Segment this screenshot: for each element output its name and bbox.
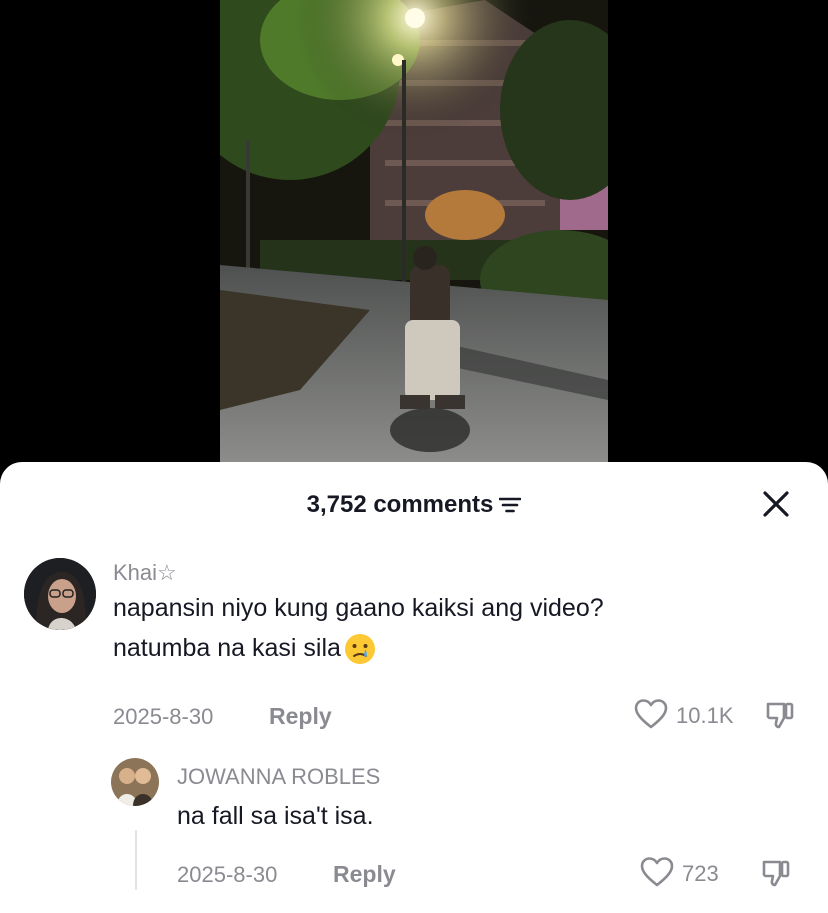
avatar[interactable] bbox=[24, 558, 96, 630]
like-count: 10.1K bbox=[676, 703, 734, 728]
filter-lines-icon[interactable] bbox=[499, 495, 522, 515]
reply-item: JOWANNA ROBLES na fall sa isa't isa. 202… bbox=[0, 754, 828, 904]
like-count: 723 bbox=[682, 861, 719, 886]
heart-icon bbox=[640, 857, 674, 887]
comments-count-label: 3,752 comments bbox=[306, 490, 494, 518]
heart-icon bbox=[634, 699, 668, 729]
close-icon[interactable] bbox=[760, 488, 792, 520]
reply-button[interactable]: Reply bbox=[269, 703, 332, 730]
comment-text-line-1: napansin niyo kung gaano kaiksi ang vide… bbox=[113, 594, 604, 622]
comment-date: 2025-8-30 bbox=[113, 704, 214, 729]
reply-date: 2025-8-30 bbox=[177, 862, 278, 887]
comments-sheet: 3,752 comments Khai☆ napansin niyo kung … bbox=[0, 462, 828, 913]
reply-text: na fall sa isa't isa. bbox=[177, 802, 374, 830]
comment-username[interactable]: Khai☆ bbox=[113, 560, 177, 586]
comment-text-line-2-text: natumba na kasi sila bbox=[113, 634, 341, 662]
dislike-icon[interactable] bbox=[764, 698, 796, 730]
comments-count-title[interactable]: 3,752 comments bbox=[0, 490, 828, 519]
reply-username[interactable]: JOWANNA ROBLES bbox=[177, 764, 380, 790]
comment-text: napansin niyo kung gaano kaiksi ang vide… bbox=[113, 588, 604, 668]
avatar[interactable] bbox=[111, 758, 159, 806]
crying-face-emoji bbox=[344, 634, 375, 665]
like-button[interactable]: 723 bbox=[640, 856, 730, 890]
like-button[interactable]: 10.1K bbox=[634, 698, 744, 732]
sheet-header: 3,752 comments bbox=[0, 462, 828, 546]
video-player[interactable] bbox=[0, 0, 828, 480]
comment-text-line-2: natumba na kasi sila bbox=[113, 628, 604, 668]
video-thumbnail bbox=[220, 0, 608, 462]
dislike-icon[interactable] bbox=[760, 856, 792, 888]
reply-button[interactable]: Reply bbox=[333, 861, 396, 888]
comment-item: Khai☆ napansin niyo kung gaano kaiksi an… bbox=[0, 552, 828, 732]
